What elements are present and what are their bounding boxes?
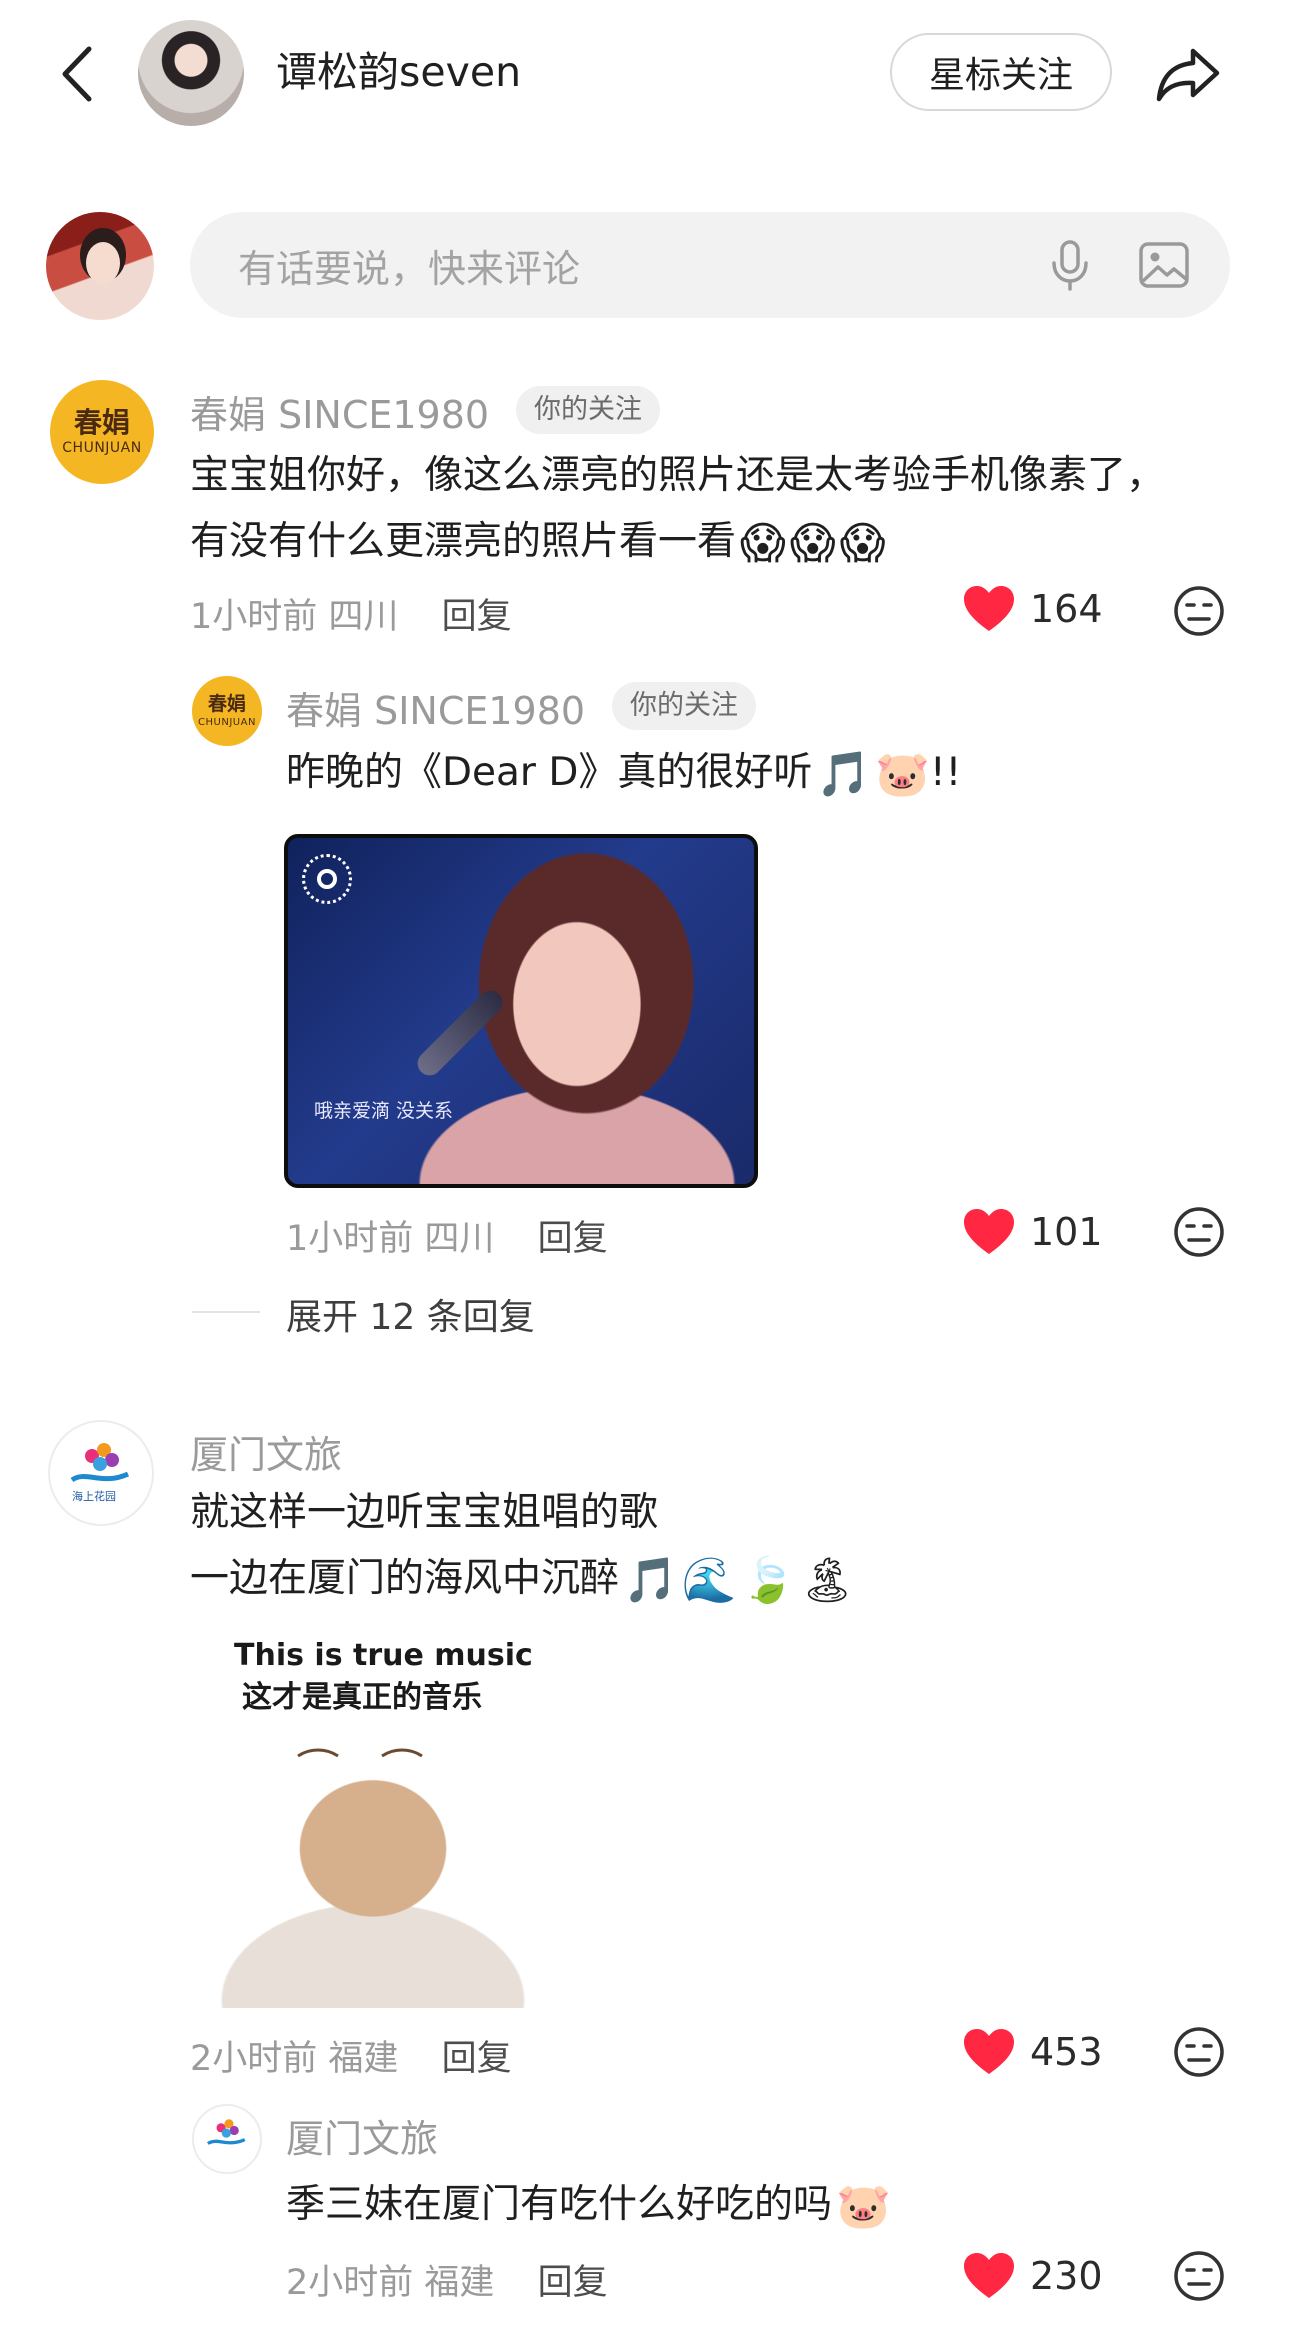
xiamen-logo [206,2119,246,2146]
pig-emoji: 🐷 [875,748,930,800]
reply-button[interactable]: 回复 [538,2263,608,2303]
comment-location: 福建 [424,2263,495,2303]
comment-line: 就这样一边听宝宝姐唱的歌 [190,1490,659,1535]
xiamen-logo: 海上花园 [70,1443,130,1503]
comment-meta: 1小时前 四川 回复 [286,1210,608,1261]
like-count: 164 [1030,587,1103,631]
commenter-name[interactable]: 春娟 SINCE1980 [190,384,489,439]
comment-location: 四川 [328,597,399,637]
comment-input[interactable]: 有话要说，快来评论 [190,212,1230,318]
share-arrow-icon [1156,48,1220,102]
logo-text: 春娟 [73,406,130,439]
logo-text: 春娟 [207,692,246,715]
comment-line: 宝宝姐你好，像这么漂亮的照片还是太考验手机像素了， [190,453,1166,498]
comment-location: 福建 [328,2039,399,2079]
comment-time: 2小时前 [286,2263,414,2303]
reply-button[interactable]: 回复 [442,2039,512,2079]
comment-text: 昨晚的《Dear D》真的很好听🎵🐷!! [286,740,961,808]
like-count: 101 [1030,1210,1103,1254]
comment-line: 昨晚的《Dear D》真的很好听 [286,750,813,795]
commenter-avatar[interactable]: 春娟 CHUNJUAN [50,380,154,484]
scream-emoji: 😱 [789,517,836,569]
leaf-emoji: 🍃 [740,1554,796,1606]
wave-emoji: 🌊 [681,1554,737,1606]
neutral-face-icon[interactable] [1172,584,1226,638]
author-name[interactable]: 谭松韵seven [276,44,521,100]
comment-time: 1小时前 [190,597,318,637]
neutral-face-icon[interactable] [1172,2025,1226,2079]
like-count: 453 [1030,2030,1103,2074]
scream-emoji: 😱 [839,517,886,569]
live-photo-icon [302,854,352,904]
image-icon[interactable] [1136,237,1192,293]
chevron-left-icon [62,46,92,102]
island-emoji: 🏝 [799,1554,856,1606]
expand-replies-button[interactable]: 展开 12 条回复 [286,1288,535,1340]
comment-line: 季三妹在厦门有吃什么好吃的吗 [286,2182,833,2227]
neutral-face-icon[interactable] [1172,2249,1226,2303]
comment-text: 季三妹在厦门有吃什么好吃的吗🐷 [286,2172,891,2240]
comment-input-placeholder: 有话要说，快来评论 [238,246,581,291]
thread-divider [192,1311,260,1313]
like-count: 230 [1030,2254,1103,2298]
commenter-name[interactable]: 厦门文旅 [286,2108,438,2163]
comment-time: 1小时前 [286,1219,414,1259]
commenter-name[interactable]: 厦门文旅 [190,1424,342,1479]
music-note-emoji: 🎵 [623,1554,678,1606]
microphone-icon[interactable] [1042,237,1098,293]
comment-text: 宝宝姐你好，像这么漂亮的照片还是太考验手机像素了， 有没有什么更漂亮的照片看一看… [190,443,1165,577]
following-tag: 你的关注 [612,682,756,730]
top-bar: 谭松韵seven 星标关注 [0,0,1290,150]
like-button[interactable]: 230 [962,2252,1103,2300]
comment-suffix: !! [929,750,962,795]
heart-icon [964,2029,1014,2074]
neutral-face-icon[interactable] [1172,1205,1226,1259]
star-follow-button[interactable]: 星标关注 [890,33,1112,111]
comment-text: 就这样一边听宝宝姐唱的歌 一边在厦门的海风中沉醉🎵🌊🍃🏝 [190,1480,855,1614]
logo-subtext: CHUNJUAN [198,716,256,728]
my-avatar [46,212,154,320]
like-button[interactable]: 101 [962,1208,1103,1256]
svg-text:海上花园: 海上花园 [72,1489,116,1503]
chunjuan-logo: 春娟 CHUNJUAN [62,406,142,456]
sticker-caption-en: This is true music [234,1638,533,1673]
pig-emoji: 🐷 [836,2180,891,2232]
reply-button[interactable]: 回复 [442,597,512,637]
heart-icon [964,1209,1014,1254]
scream-emoji: 😱 [740,517,786,569]
comment-line: 一边在厦门的海风中沉醉🎵🌊🍃🏝 [190,1546,855,1614]
like-button[interactable]: 164 [962,585,1103,633]
commenter-avatar[interactable]: 春娟 CHUNJUAN [192,676,262,746]
commenter-avatar[interactable]: 海上花园 [48,1420,154,1526]
heart-icon [964,2253,1014,2298]
heart-icon [964,586,1014,631]
sticker-image[interactable]: This is true music 这才是真正的音乐 [208,1628,538,2008]
comment-meta: 2小时前 福建 回复 [286,2254,608,2305]
chunjuan-logo: 春娟 CHUNJUAN [198,692,256,728]
comment-line-text: 一边在厦门的海风中沉醉 [190,1556,620,1601]
microphone-prop [412,985,508,1081]
following-tag: 你的关注 [516,386,660,434]
comment-meta: 1小时前 四川 回复 [190,588,512,639]
comment-line-text: 有没有什么更漂亮的照片看一看 [190,519,737,564]
comment-line: 有没有什么更漂亮的照片看一看😱😱😱 [190,509,1165,577]
logo-subtext: CHUNJUAN [62,440,142,456]
author-avatar[interactable] [138,20,244,126]
comment-location: 四川 [424,1219,495,1259]
like-button[interactable]: 453 [962,2028,1103,2076]
image-subtitle: 哦亲爱滴 没关系 [314,1100,454,1122]
comment-time: 2小时前 [190,2039,318,2079]
comment-image[interactable]: 哦亲爱滴 没关系 [284,834,758,1188]
music-note-emoji: 🎵 [816,748,872,800]
commenter-avatar[interactable] [192,2104,262,2174]
back-button[interactable] [48,38,104,110]
commenter-name[interactable]: 春娟 SINCE1980 [286,680,585,735]
sticker-caption-cn: 这才是真正的音乐 [242,1680,482,1715]
reply-button[interactable]: 回复 [538,1219,608,1259]
cat-eyes [297,1748,423,1758]
share-button[interactable] [1148,34,1228,114]
comment-meta: 2小时前 福建 回复 [190,2030,512,2081]
